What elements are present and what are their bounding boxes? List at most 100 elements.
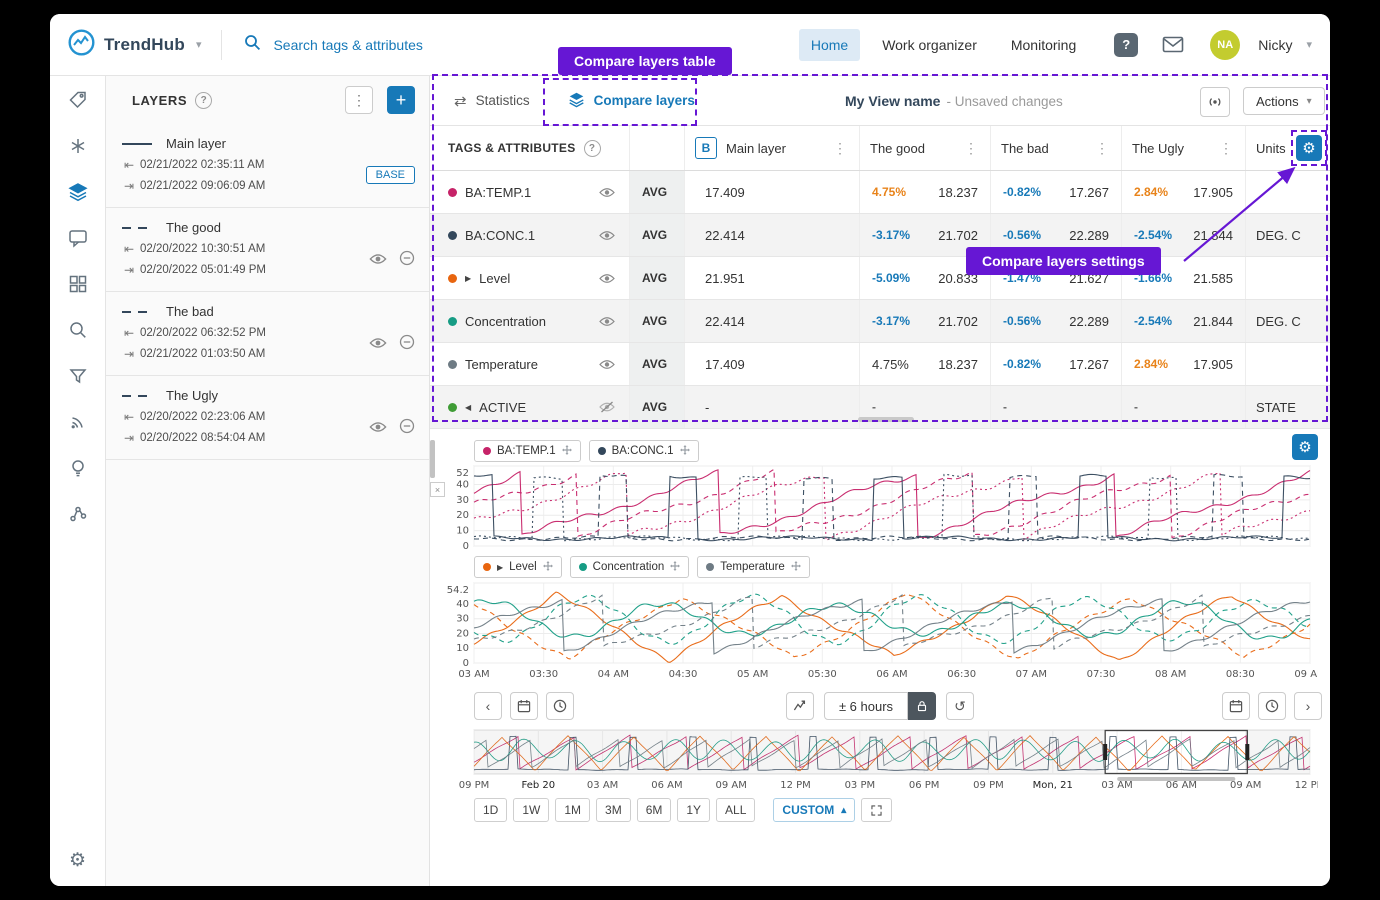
clock-button[interactable] [1258,692,1286,720]
visibility-toggle[interactable] [599,273,615,284]
scatter-icon[interactable] [68,504,88,524]
column-menu-icon[interactable]: ⋮ [1217,140,1235,157]
layers-icon[interactable] [68,182,88,202]
legend-chip[interactable]: BA:TEMP.1 [474,440,581,462]
layer-line-sample [122,227,152,229]
filter-icon[interactable] [68,366,88,386]
column-header-the-bad[interactable]: The bad ⋮ [991,126,1122,170]
visibility-toggle-off[interactable] [599,401,615,413]
column-menu-icon[interactable]: ⋮ [831,140,849,157]
nav-monitoring[interactable]: Monitoring [999,29,1088,61]
svg-text:40: 40 [456,479,469,490]
layers-menu-button[interactable]: ⋮ [345,86,373,114]
search-panel-icon[interactable] [68,320,88,340]
trend-compare-button[interactable] [786,692,814,720]
chart-settings-button[interactable]: ⚙ [1292,434,1318,460]
statistic-type[interactable]: AVG [630,214,685,256]
dashboard-icon[interactable] [68,274,88,294]
live-signal-icon[interactable] [68,412,88,432]
column-menu-icon[interactable]: ⋮ [1093,140,1111,157]
drag-handle-icon[interactable] [791,561,801,574]
zoom-1m-button[interactable]: 1M [555,798,590,822]
legend-chip[interactable]: ▶Level [474,556,562,578]
tab-statistics[interactable]: ⇄ Statistics [454,92,530,110]
column-header-the-ugly[interactable]: The Ugly ⋮ [1122,126,1246,170]
remove-layer-button[interactable] [399,250,415,271]
legend-chip[interactable]: Temperature [697,556,810,578]
visibility-toggle[interactable] [599,230,615,241]
nav-home[interactable]: Home [799,29,860,61]
zoom-1w-button[interactable]: 1W [513,798,549,822]
nav-work-organizer[interactable]: Work organizer [870,29,989,61]
calendar-button[interactable] [1222,692,1250,720]
statistic-type[interactable]: AVG [630,343,685,385]
live-broadcast-button[interactable] [1200,87,1230,117]
table-horizontal-scrollbar[interactable] [858,417,914,422]
help-button[interactable]: ? [1114,33,1138,57]
layers-help-icon[interactable]: ? [195,92,212,109]
column-header-the-good[interactable]: The good ⋮ [860,126,991,170]
step-forward-button[interactable]: › [1294,692,1322,720]
expand-range-button[interactable] [861,798,892,822]
user-menu-caret-icon[interactable]: ▾ [1306,38,1312,51]
layer-visibility-toggle[interactable] [369,420,387,438]
zoom-custom-button[interactable]: CUSTOM▴ [773,798,855,822]
avatar[interactable]: NA [1210,30,1240,60]
cluster-icon[interactable] [68,136,88,156]
base-layer-badge: B [695,137,717,159]
legend-chip[interactable]: BA:CONC.1 [589,440,699,462]
zoom-1d-button[interactable]: 1D [474,798,507,822]
layer-item-the-good[interactable]: The good ⇤02/20/2022 10:30:51 AM ⇥02/20/… [106,208,429,292]
compare-layers-settings-button[interactable]: ⚙ [1296,135,1322,161]
statistic-type[interactable]: AVG [630,300,685,342]
lightbulb-icon[interactable] [68,458,88,478]
layer-item-main[interactable]: Main layer ⇤02/21/2022 02:35:11 AM ⇥02/2… [106,124,429,208]
lock-icon[interactable] [908,692,936,720]
global-search[interactable] [244,34,515,56]
tab-compare-layers[interactable]: Compare layers [568,91,695,111]
visibility-toggle[interactable] [599,359,615,370]
time-range-button[interactable]: ± 6 hours [824,692,908,720]
brand-caret-icon[interactable]: ▾ [196,38,202,51]
zoom-6m-button[interactable]: 6M [637,798,672,822]
brand[interactable]: TrendHub ▾ [68,29,201,61]
time-range-group: ± 6 hours [824,692,936,720]
drag-handle-icon[interactable] [670,561,680,574]
drag-handle-icon[interactable] [680,445,690,458]
expand-caret-icon[interactable]: ▶ [465,274,471,283]
statistic-type[interactable]: AVG [630,386,685,428]
statistic-type[interactable]: AVG [630,257,685,299]
trend-chart-2[interactable]: 01020304054.203 AM03:3004 AM04:3005 AM05… [434,579,1318,683]
column-menu-icon[interactable]: ⋮ [962,140,980,157]
svg-text:0: 0 [463,541,469,552]
trend-chart-1[interactable]: 01020304052 [434,462,1318,552]
statistic-type[interactable]: AVG [630,171,685,213]
layer-item-the-ugly[interactable]: The Ugly ⇤02/20/2022 02:23:06 AM ⇥02/20/… [106,376,429,460]
tag-icon[interactable] [68,90,88,110]
search-input[interactable] [271,36,515,54]
history-button[interactable]: ↺ [946,692,974,720]
settings-icon[interactable]: ⚙ [68,850,88,870]
remove-layer-button[interactable] [399,418,415,439]
context-overview-strip[interactable]: 09 PMFeb 2003 AM06 AM09 AM12 PM03 PM06 P… [434,728,1318,792]
zoom-1y-button[interactable]: 1Y [677,798,710,822]
visibility-toggle[interactable] [599,187,615,198]
remove-layer-button[interactable] [399,334,415,355]
actions-button[interactable]: Actions ▾ [1243,87,1325,115]
drag-handle-icon[interactable] [543,561,553,574]
column-header-main-layer[interactable]: B Main layer ⋮ [685,126,860,170]
layer-visibility-toggle[interactable] [369,336,387,354]
add-layer-button[interactable]: + [387,86,415,114]
comments-icon[interactable] [68,228,88,248]
zoom-3m-button[interactable]: 3M [596,798,631,822]
tags-help-icon[interactable]: ? [584,140,601,157]
layer-item-the-bad[interactable]: The bad ⇤02/20/2022 06:32:52 PM ⇥02/21/2… [106,292,429,376]
collapse-caret-icon[interactable]: ◀ [465,403,471,412]
zoom-all-button[interactable]: ALL [716,798,755,822]
visibility-toggle[interactable] [599,316,615,327]
legend-chip[interactable]: Concentration [570,556,690,578]
drag-handle-icon[interactable] [562,445,572,458]
delta-percent: -0.82% [1003,357,1041,371]
mail-icon[interactable] [1162,36,1184,53]
layer-visibility-toggle[interactable] [369,252,387,270]
